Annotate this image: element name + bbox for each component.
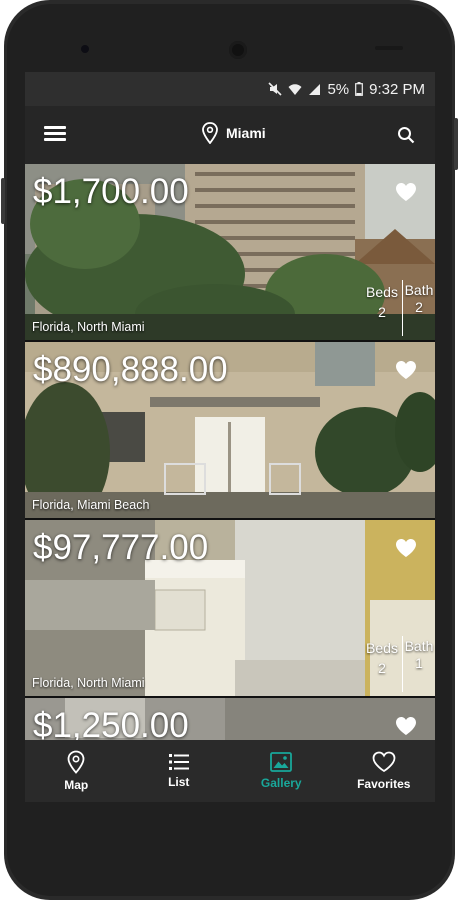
gallery-feed[interactable]: $1,700.00 Florida, North Miami Beds 2 Ba…	[25, 164, 435, 740]
hamburger-menu-icon[interactable]	[44, 126, 66, 142]
app-bar: Miami	[25, 106, 435, 164]
volume-button	[1, 178, 5, 224]
beds-value: 2	[378, 660, 386, 676]
favorite-heart-icon[interactable]	[395, 360, 417, 380]
favorite-heart-icon[interactable]	[395, 182, 417, 202]
listing-stats: Beds 2 Bath 1	[362, 632, 435, 696]
earpiece-speaker	[229, 41, 247, 59]
nav-list[interactable]: List	[128, 740, 231, 802]
listing-location: Florida, North Miami	[32, 676, 145, 690]
status-bar: 5% 9:32 PM	[25, 72, 435, 106]
power-button	[454, 118, 458, 170]
beds-label: Beds	[366, 640, 398, 656]
nav-favorites[interactable]: Favorites	[333, 740, 436, 802]
listing-card[interactable]: $1,250.00	[25, 698, 435, 740]
favorite-heart-icon[interactable]	[395, 716, 417, 736]
bath-stat: Bath 1	[403, 632, 435, 696]
heart-outline-icon	[372, 751, 396, 773]
bath-label: Bath	[404, 282, 434, 298]
listing-price: $1,250.00	[33, 706, 189, 740]
beds-label: Beds	[366, 284, 398, 300]
listing-location: Florida, North Miami	[32, 320, 145, 334]
bath-value: 2	[415, 299, 423, 315]
cell-signal-icon	[309, 83, 321, 95]
battery-icon	[355, 82, 364, 96]
front-camera	[81, 45, 89, 53]
clock: 9:32 PM	[369, 80, 425, 98]
bath-value: 1	[415, 655, 423, 671]
listing-price: $1,700.00	[33, 172, 189, 211]
nav-list-label: List	[168, 775, 190, 789]
nav-gallery[interactable]: Gallery	[230, 740, 333, 802]
proximity-sensor	[375, 46, 403, 50]
nav-map-label: Map	[64, 778, 89, 792]
listing-card[interactable]: $890,888.00 Florida, Miami Beach	[25, 342, 435, 518]
nav-gallery-label: Gallery	[260, 776, 302, 790]
app-screen: 5% 9:32 PM Miami $1,700.00 Florida, Nort…	[25, 72, 435, 802]
bath-label: Bath	[404, 638, 434, 654]
wifi-icon	[288, 83, 302, 95]
listing-card[interactable]: $1,700.00 Florida, North Miami Beds 2 Ba…	[25, 164, 435, 340]
listing-price: $890,888.00	[33, 350, 228, 389]
gallery-icon	[270, 752, 293, 772]
listing-card[interactable]: $97,777.00 Florida, North Miami Beds 2 B…	[25, 520, 435, 696]
favorite-heart-icon[interactable]	[395, 538, 417, 558]
list-icon	[168, 754, 189, 770]
bottom-navigation: Map List Gallery Favorites	[25, 740, 435, 802]
beds-stat: Beds 2	[362, 632, 402, 696]
location-pin-icon	[202, 122, 218, 144]
battery-percent: 5%	[327, 80, 350, 98]
listing-stats: Beds 2 Bath 2	[362, 276, 435, 340]
mute-icon	[268, 82, 283, 96]
nav-map[interactable]: Map	[25, 740, 128, 802]
nav-favorites-label: Favorites	[357, 777, 411, 791]
location-label: Miami	[226, 125, 266, 141]
listing-price: $97,777.00	[33, 528, 209, 567]
beds-value: 2	[378, 304, 386, 320]
map-pin-icon	[67, 750, 85, 774]
bath-stat: Bath 2	[403, 276, 435, 340]
listing-location: Florida, Miami Beach	[32, 498, 150, 512]
location-selector[interactable]: Miami	[202, 122, 266, 144]
beds-stat: Beds 2	[362, 276, 402, 340]
search-icon[interactable]	[397, 126, 415, 144]
